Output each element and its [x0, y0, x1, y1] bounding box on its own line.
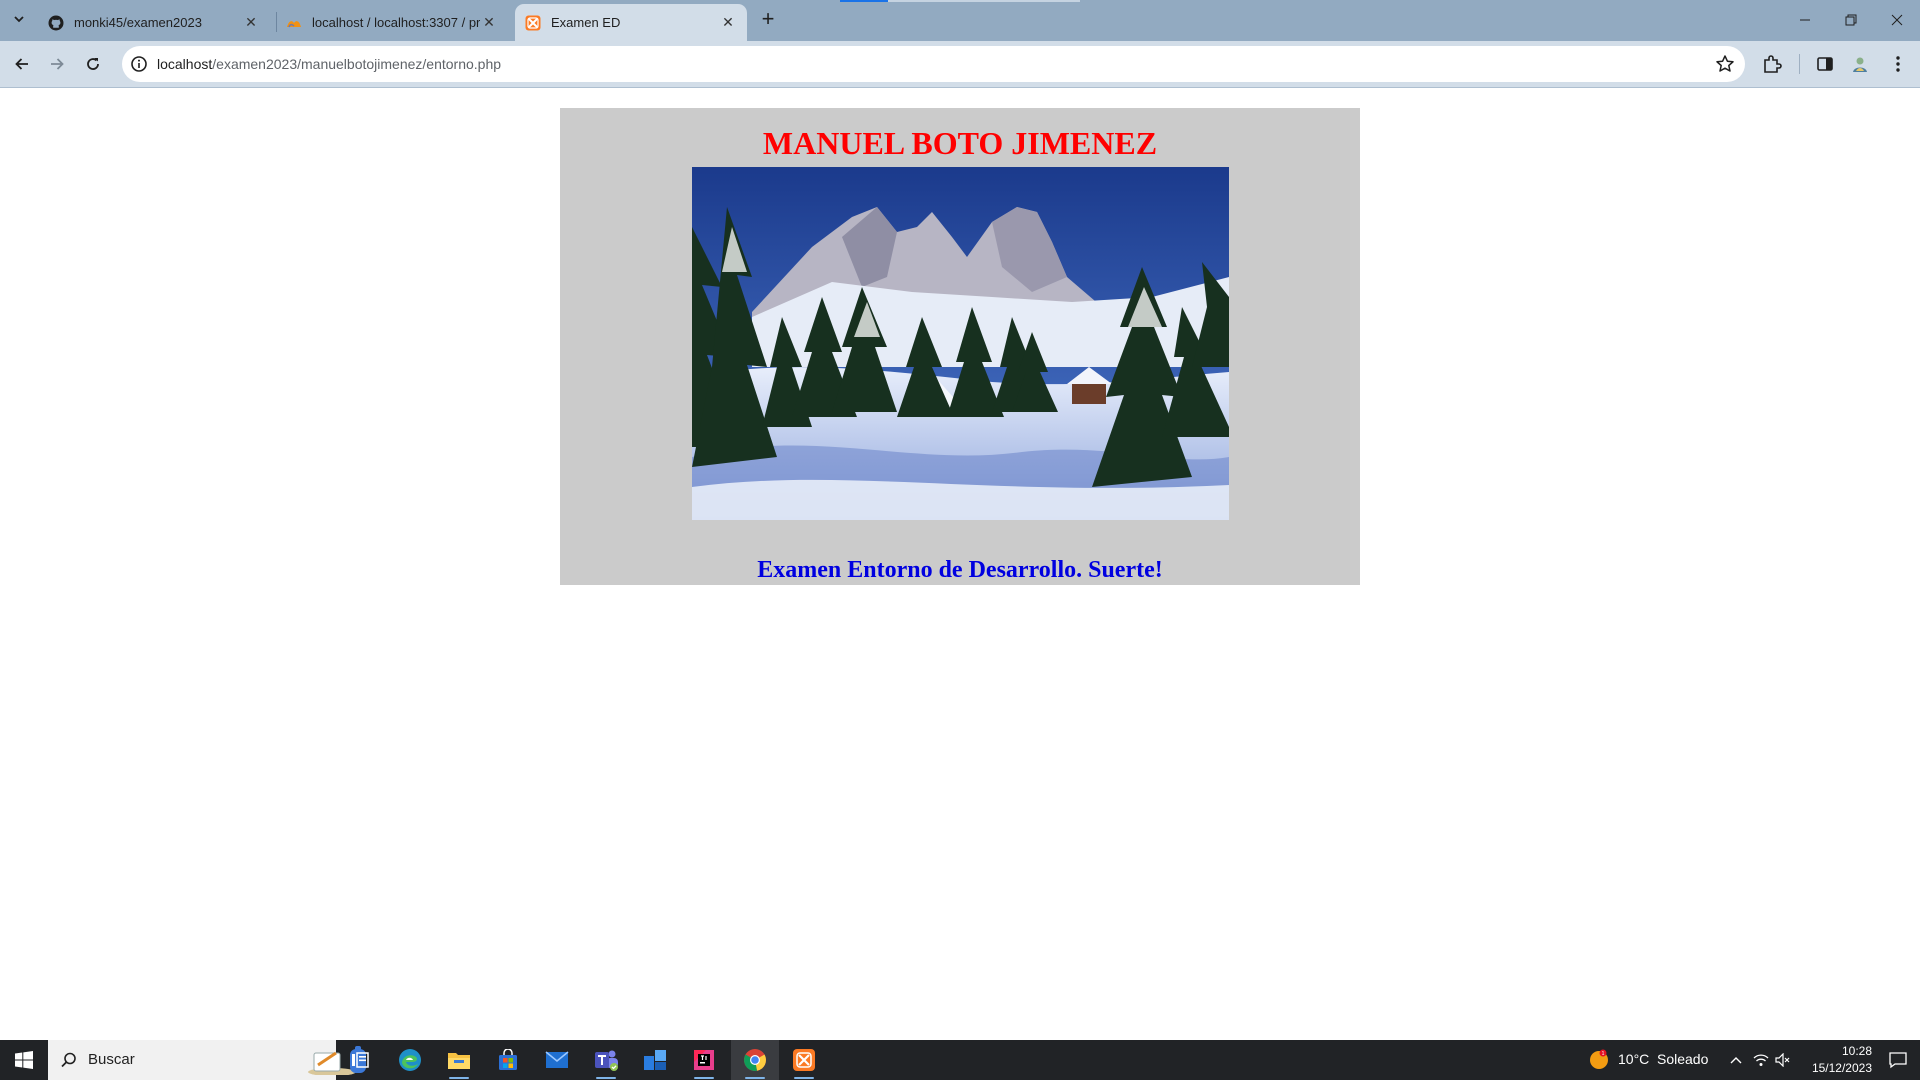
- tab-title: localhost / localhost:3307 / pru: [312, 15, 480, 30]
- phpmyadmin-icon: [286, 15, 302, 31]
- running-indicator: [694, 1077, 714, 1079]
- running-indicator: [745, 1077, 765, 1079]
- task-view-icon: [352, 1052, 369, 1068]
- store-icon: [499, 1049, 517, 1070]
- taskbar-teams[interactable]: [582, 1040, 630, 1080]
- mail-icon: [545, 1051, 569, 1068]
- url-path: /examen2023/manuelbotojimenez/entorno.ph…: [212, 56, 502, 72]
- clock-date: 15/12/2023: [1811, 1061, 1872, 1075]
- taskbar-file-explorer[interactable]: [435, 1040, 483, 1080]
- close-tab-icon[interactable]: ✕: [480, 14, 498, 32]
- taskbar-jetbrains[interactable]: [680, 1040, 728, 1080]
- url-host: localhost: [157, 56, 213, 72]
- tab-title: Examen ED: [551, 15, 621, 30]
- taskbar-mail[interactable]: [533, 1040, 581, 1080]
- taskbar-clock[interactable]: 10:28 15/12/2023: [1782, 1043, 1872, 1077]
- wifi-icon: [1753, 1054, 1769, 1066]
- arrow-left-icon: [15, 58, 28, 70]
- loading-indicator: [840, 0, 888, 2]
- footer-message: Examen Entorno de Desarrollo. Suerte!: [757, 557, 1163, 583]
- restore-icon: [1845, 14, 1857, 26]
- page-title: MANUEL BOTO JIMENEZ: [762, 125, 1158, 161]
- chevron-down-icon: [14, 16, 24, 23]
- network-status[interactable]: [1750, 1040, 1772, 1080]
- content-panel: MANUEL BOTO JIMENEZ Examen Entorno de De…: [560, 108, 1360, 585]
- taskbar-xampp[interactable]: [780, 1040, 828, 1080]
- browser-toolbar: localhost/examen2023/manuelbotojimenez/e…: [0, 41, 1920, 88]
- running-indicator: [596, 1077, 616, 1079]
- extensions-button[interactable]: [1760, 52, 1784, 76]
- file-explorer-icon: [448, 1053, 470, 1069]
- restore-button[interactable]: [1828, 0, 1874, 40]
- chrome-icon: [744, 1049, 766, 1071]
- minimize-icon: [1800, 19, 1810, 21]
- app-icon: [644, 1050, 666, 1070]
- notifications-button[interactable]: [1876, 1040, 1920, 1080]
- svg-text:1: 1: [1602, 1051, 1605, 1057]
- loading-indicator-track: [888, 0, 1080, 2]
- weather-sun-icon: 1: [1590, 1049, 1608, 1069]
- address-bar[interactable]: localhost/examen2023/manuelbotojimenez/e…: [122, 46, 1745, 82]
- arrow-right-icon: [51, 58, 64, 70]
- taskbar-store[interactable]: [484, 1040, 532, 1080]
- close-tab-icon[interactable]: ✕: [242, 14, 260, 32]
- url-text[interactable]: localhost/examen2023/manuelbotojimenez/e…: [157, 56, 501, 72]
- menu-button[interactable]: [1886, 52, 1910, 76]
- search-icon: [61, 1052, 76, 1068]
- teams-icon: [595, 1050, 618, 1071]
- site-info-icon[interactable]: [130, 55, 148, 73]
- tab-phpmyadmin[interactable]: localhost / localhost:3307 / pru ✕: [276, 4, 508, 41]
- weather-condition[interactable]: Soleado: [1657, 1051, 1708, 1067]
- side-panel-button[interactable]: [1813, 52, 1837, 76]
- more-vertical-icon: [1896, 56, 1900, 72]
- taskbar-search[interactable]: Buscar: [48, 1040, 366, 1080]
- bookmark-star-icon[interactable]: [1715, 54, 1735, 74]
- tab-examen-ed[interactable]: Examen ED ✕: [515, 4, 747, 41]
- weather-widget[interactable]: 1: [1586, 1040, 1612, 1080]
- edge-icon: [399, 1049, 421, 1071]
- show-hidden-icons[interactable]: [1726, 1040, 1746, 1080]
- xampp-icon: [793, 1049, 815, 1071]
- search-placeholder: Buscar: [88, 1051, 135, 1068]
- back-button[interactable]: [8, 50, 36, 78]
- close-icon: [1891, 14, 1903, 26]
- tab-search-button[interactable]: [8, 8, 30, 30]
- page-viewport: MANUEL BOTO JIMENEZ Examen Entorno de De…: [0, 88, 1920, 1040]
- tab-github[interactable]: monki45/examen2023 ✕: [38, 4, 270, 41]
- notification-icon: [1889, 1052, 1907, 1069]
- tab-title: monki45/examen2023: [74, 15, 202, 30]
- xampp-icon: [525, 15, 541, 31]
- task-view-button[interactable]: [336, 1040, 384, 1080]
- chevron-up-icon: [1730, 1057, 1742, 1064]
- running-indicator: [449, 1077, 469, 1079]
- windows-logo-icon: [15, 1051, 33, 1069]
- toolbar-divider: [1799, 54, 1800, 74]
- taskbar-edge[interactable]: [386, 1040, 434, 1080]
- profile-button[interactable]: [1848, 52, 1872, 76]
- reload-icon: [87, 58, 99, 70]
- minimize-button[interactable]: [1782, 0, 1828, 40]
- clock-time: 10:28: [1841, 1044, 1872, 1058]
- start-button[interactable]: [0, 1040, 48, 1080]
- jetbrains-icon: [694, 1050, 714, 1070]
- mountain-landscape-image: [692, 167, 1229, 520]
- avatar: [1850, 54, 1870, 74]
- taskbar-chrome[interactable]: [731, 1040, 779, 1080]
- windows-taskbar: Buscar 1 10°C Soleado 10:28 15/12/2023: [0, 1040, 1920, 1080]
- taskbar-app[interactable]: [631, 1040, 679, 1080]
- github-icon: [48, 15, 64, 31]
- tab-strip: monki45/examen2023 ✕ localhost / localho…: [0, 0, 1920, 41]
- puzzle-icon: [1764, 55, 1782, 73]
- close-tab-icon[interactable]: ✕: [719, 14, 737, 32]
- new-tab-button[interactable]: +: [758, 8, 778, 32]
- weather-temperature[interactable]: 10°C: [1618, 1051, 1649, 1067]
- running-indicator: [794, 1077, 814, 1079]
- forward-button[interactable]: [43, 50, 71, 78]
- reload-button[interactable]: [79, 50, 107, 78]
- side-panel-icon: [1817, 57, 1833, 71]
- close-window-button[interactable]: [1874, 0, 1920, 40]
